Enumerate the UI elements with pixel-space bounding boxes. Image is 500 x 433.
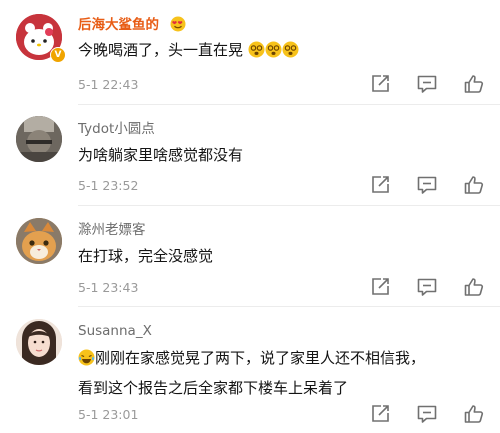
dizzy-face-icon: [248, 40, 265, 67]
comment-author[interactable]: 滁州老嫖客: [78, 218, 146, 238]
comment-actions: [368, 402, 486, 426]
comment-icon[interactable]: [415, 173, 439, 197]
comment-text: 今晚喝酒了，头一直在晃: [78, 37, 299, 67]
comment-item: Tydot小圆点 为啥躺家里啥感觉都没有 5-1 23:52: [0, 105, 500, 205]
laughing-tears-face-icon: [78, 348, 95, 375]
share-icon[interactable]: [368, 275, 392, 299]
comment-item: 滁州老嫖客 在打球，完全没感觉 5-1 23:43: [0, 206, 500, 306]
comment-author[interactable]: Susanna_X: [78, 323, 152, 339]
like-icon[interactable]: [462, 402, 486, 426]
comment-item: V 后海大鲨鱼的 今晚喝酒了，头一直在晃 5-1 22:43: [0, 0, 500, 104]
comment-icon[interactable]: [415, 72, 439, 96]
avatar[interactable]: [16, 218, 62, 264]
comment-actions: [368, 72, 486, 96]
avatar[interactable]: [16, 116, 62, 162]
comment-time: 5-1 22:43: [78, 77, 139, 92]
share-icon[interactable]: [368, 72, 392, 96]
comment-time: 5-1 23:43: [78, 280, 139, 295]
comment-time: 5-1 23:01: [78, 407, 139, 422]
comment-author[interactable]: 后海大鲨鱼的: [78, 13, 186, 36]
comment-text: 刚刚在家感觉晃了两下，说了家里人还不相信我， 看到这个报告之后全家都下楼车上呆着…: [78, 348, 426, 397]
heart-eyes-face-icon: [170, 16, 186, 36]
comment-icon[interactable]: [415, 275, 439, 299]
comment-time: 5-1 23:52: [78, 178, 139, 193]
comment-text: 为啥躺家里啥感觉都没有: [78, 146, 244, 164]
share-icon[interactable]: [368, 402, 392, 426]
comment-actions: [368, 173, 486, 197]
comment-list: V 后海大鲨鱼的 今晚喝酒了，头一直在晃 5-1 22:43 Tydot小圆点 …: [0, 0, 500, 433]
share-icon[interactable]: [368, 173, 392, 197]
verified-badge-icon: V: [50, 47, 66, 63]
like-icon[interactable]: [462, 72, 486, 96]
avatar[interactable]: [16, 319, 62, 365]
like-icon[interactable]: [462, 275, 486, 299]
dizzy-face-icon: [282, 40, 299, 67]
like-icon[interactable]: [462, 173, 486, 197]
comment-icon[interactable]: [415, 402, 439, 426]
comment-author[interactable]: Tydot小圆点: [78, 117, 155, 137]
comment-text: 在打球，完全没感觉: [78, 247, 214, 265]
comment-actions: [368, 275, 486, 299]
dizzy-face-icon: [265, 40, 282, 67]
comment-item: Susanna_X 刚刚在家感觉晃了两下，说了家里人还不相信我， 看到这个报告之…: [0, 307, 500, 433]
